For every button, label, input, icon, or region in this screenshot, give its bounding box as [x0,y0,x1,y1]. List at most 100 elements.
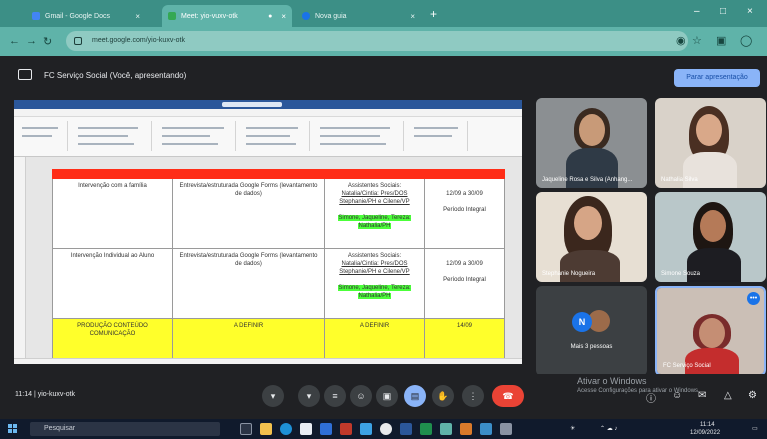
minimize-button[interactable]: – [694,6,700,17]
search-placeholder: Pesquisar [44,425,76,432]
emoji-icon[interactable]: ☺ [350,385,372,407]
captions-icon[interactable]: ≡ [324,385,346,407]
close-icon[interactable]: × [410,12,415,21]
participant-tile[interactable]: Jaqueline Rosa e Silva (Anhang... [536,98,647,188]
present-now-icon[interactable]: ▤ [404,385,426,407]
word-ribbon-tabs [14,109,522,117]
table-row: Intervenção Individual ao Aluno Entrevis… [52,248,505,319]
task-view-icon[interactable] [240,423,252,435]
word-icon[interactable] [400,423,412,435]
mail-icon[interactable] [320,423,332,435]
app-icon[interactable] [460,423,472,435]
browser-tab-new[interactable]: Nova guia × [296,5,421,27]
info-icon[interactable]: ⓘ [646,390,656,405]
profile-icon[interactable]: ◯ [740,34,752,47]
site-info-icon[interactable] [74,37,82,45]
leave-call-button[interactable]: ☎ [492,385,524,407]
clock-date[interactable]: 12/09/2022 [690,430,720,436]
more-participants-tile[interactable]: N Mais 3 pessoas [536,286,647,376]
meet-header: FC Serviço Social (Você, apresentando) P… [0,56,767,96]
app-icon[interactable] [360,423,372,435]
store-icon[interactable] [300,423,312,435]
windows-activation-title: Ativar o Windows [577,376,647,386]
more-options-icon[interactable]: ⋮ [462,385,484,407]
responsible-title: Assistentes Sociais: [347,253,402,259]
url-field[interactable]: meet.google.com/yio-kuxv-otk [66,31,688,51]
table-row: Intervenção com a família Entrevista/est… [52,178,505,249]
chrome-favicon-icon [302,12,310,20]
word-document-area: Intervenção com a família Entrevista/est… [14,157,522,364]
activities-icon[interactable]: △ [724,390,732,401]
more-options-icon[interactable]: ••• [747,292,760,305]
taskbar-search[interactable]: Pesquisar [30,422,220,436]
office-icon[interactable] [340,423,352,435]
new-tab-button[interactable]: + [430,7,437,21]
meeting-code: 11:14 | yio-kuxv-otk [15,391,76,398]
browser-tab-gmail[interactable]: Gmail - Google Docs × [26,5,146,27]
avatar [579,114,605,146]
people-icon[interactable]: ☺ [672,390,682,401]
avatar [574,206,602,240]
camera-icon[interactable]: ▾ [298,385,320,407]
teams-icon[interactable] [440,423,452,435]
close-icon[interactable]: × [281,12,286,21]
method-cell: Entrevista/estruturada Google Forms (lev… [172,248,325,319]
avatar [700,210,726,242]
screen-share-icon[interactable]: ▣ [376,385,398,407]
responsible-cell: Assistentes Sociais: Natalia/Cintia: Pre… [324,248,425,319]
file-explorer-icon[interactable] [260,423,272,435]
participant-name: Jaqueline Rosa e Silva (Anhang... [542,177,633,183]
browser-tab-meet[interactable]: Meet: yio-vuxv-otk ● × [162,5,292,27]
windows-taskbar: Pesquisar ☀ ⌃ ☁ ♪ 11:14 12/09/2022 ▭ [0,419,767,439]
windows-start-icon[interactable] [8,424,18,434]
highlighted-names: Simone, Jaqueline, Tereza: Nathalia/PH [338,215,411,229]
shared-screen: Intervenção com a família Entrevista/est… [14,100,522,364]
raise-hand-icon[interactable]: ✋ [432,385,454,407]
excel-icon[interactable] [420,423,432,435]
app-icon[interactable] [500,423,512,435]
tab-label: Nova guia [315,12,347,20]
notifications-icon[interactable]: ▭ [752,425,758,432]
participant-tile[interactable]: Stephanie Nogueira [536,192,647,282]
app-icon[interactable] [480,423,492,435]
back-arrow-icon[interactable]: ← [9,35,20,47]
edge-icon[interactable] [280,423,292,435]
self-view-tile[interactable]: ••• FC Serviço Social [655,286,766,376]
responsible-name: Stephanie/PH e Cilene/VP [339,269,410,275]
camera-indicator-icon[interactable]: ◉ [676,34,686,47]
avatar [696,114,722,146]
responsible-name: Stephanie/PH e Cilene/VP [339,199,410,205]
method-cell: Entrevista/estruturada Google Forms (lev… [172,178,325,249]
chrome-icon[interactable] [380,423,392,435]
forward-arrow-icon[interactable]: → [26,35,37,47]
activity-cell: Intervenção com a família [52,178,173,249]
participant-name: Simone Souza [661,271,701,277]
word-search-box [222,102,282,107]
microphone-icon[interactable]: ▾ [262,385,284,407]
participant-name: Nathalia Silva [661,177,698,183]
meet-control-bar: 11:14 | yio-kuxv-otk ▾ ▾ ≡ ☺ ▣ ▤ ✋ ⋮ ☎ A… [0,374,767,419]
recording-dot-icon: ● [268,12,273,20]
close-window-button[interactable]: × [747,6,753,17]
clock-time[interactable]: 11:14 [700,422,715,428]
participant-tile[interactable]: Nathalia Silva [655,98,766,188]
reload-icon[interactable]: ↻ [43,35,52,48]
extensions-icon[interactable]: ▣ [716,34,726,47]
participant-tile[interactable]: Simone Souza [655,192,766,282]
close-icon[interactable]: × [135,12,140,21]
participant-name: Stephanie Nogueira [542,271,596,277]
host-controls-icon[interactable]: ⚙ [748,390,757,401]
avatar [699,318,725,348]
word-status-bar [14,358,522,364]
chat-icon[interactable]: ✉ [698,390,706,401]
date-range: 12/09 a 30/09 [446,261,483,267]
date-cell: 12/09 a 30/09 Período Integral [424,248,505,319]
bookmark-star-icon[interactable]: ☆ [692,34,702,47]
more-participants-label: Mais 3 pessoas [570,344,613,350]
weather-icon[interactable]: ☀ [570,425,575,432]
tray-icons[interactable]: ⌃ ☁ ♪ [600,425,617,432]
stop-presenting-button[interactable]: Parar apresentação [674,69,760,87]
date-cell: 12/09 a 30/09 Período Integral [424,178,505,249]
maximize-button[interactable]: □ [720,6,726,17]
document-page[interactable]: Intervenção com a família Entrevista/est… [52,169,505,364]
